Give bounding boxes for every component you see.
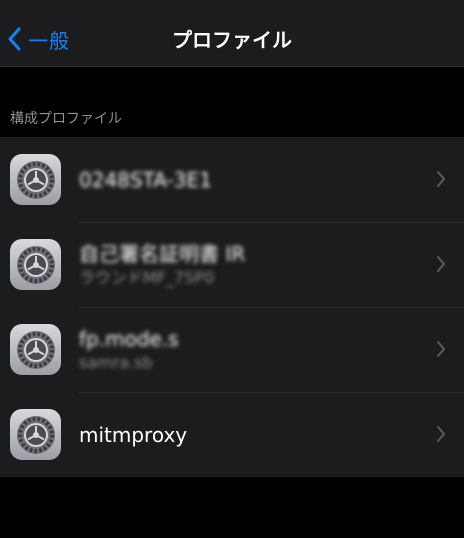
settings-gear-icon <box>10 154 61 205</box>
profiles-screen: 一般 プロファイル 構成プロファイル 0248STA-3E1 自己署名証明書 I… <box>0 0 464 538</box>
navigation-bar: 一般 プロファイル <box>0 0 464 67</box>
profile-text: mitmproxy <box>79 392 187 477</box>
profile-text: fp.mode.s samra.sb <box>79 307 179 392</box>
profile-row[interactable]: 自己署名証明書 IR ラウンドMF_7SP0 <box>0 222 464 307</box>
profile-subtitle: samra.sb <box>79 352 153 372</box>
profile-list: 0248STA-3E1 自己署名証明書 IR ラウンドMF_7SP0 fp.mo… <box>0 137 464 477</box>
profile-row[interactable]: fp.mode.s samra.sb <box>0 307 464 392</box>
profile-name: 0248STA-3E1 <box>79 167 212 192</box>
profile-text: 0248STA-3E1 <box>79 137 212 222</box>
chevron-right-icon <box>437 341 445 357</box>
chevron-right-icon <box>437 426 445 442</box>
page-title: プロファイル <box>172 28 292 52</box>
chevron-right-icon <box>437 256 445 272</box>
profile-subtitle: ラウンドMF_7SP0 <box>79 267 215 287</box>
profile-row[interactable]: 0248STA-3E1 <box>0 137 464 222</box>
profile-name: 自己署名証明書 IR <box>79 241 246 266</box>
chevron-right-icon <box>437 171 445 187</box>
settings-gear-icon <box>10 324 61 375</box>
profile-text: 自己署名証明書 IR ラウンドMF_7SP0 <box>79 222 245 307</box>
settings-gear-icon <box>10 239 61 290</box>
profile-row-mitmproxy[interactable]: mitmproxy <box>0 392 464 477</box>
section-header: 構成プロファイル <box>10 111 122 127</box>
profile-name: fp.mode.s <box>79 326 179 351</box>
profile-name: mitmproxy <box>79 422 188 447</box>
settings-gear-icon <box>10 409 61 460</box>
